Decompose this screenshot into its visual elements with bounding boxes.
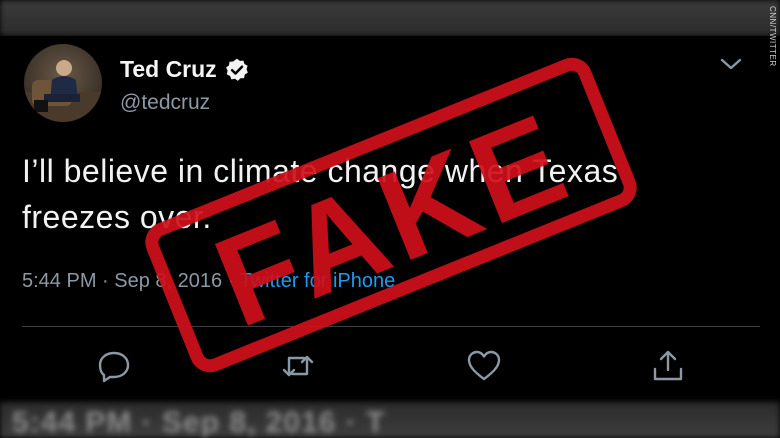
- tweet-text-line-2: freezes over.: [22, 199, 212, 235]
- divider: [22, 326, 760, 327]
- author-handle[interactable]: @tedcruz: [120, 91, 210, 115]
- chevron-down-icon[interactable]: [720, 56, 742, 72]
- tweet-text: I’ll believe in climate change when Texa…: [22, 148, 762, 240]
- share-icon[interactable]: [650, 348, 686, 384]
- avatar[interactable]: [24, 44, 102, 122]
- photo-credit: CNN/TWITTER: [768, 6, 777, 67]
- author-name[interactable]: Ted Cruz: [120, 56, 217, 83]
- heart-icon[interactable]: [466, 348, 502, 384]
- avatar-photo: [24, 44, 102, 122]
- blurred-background-top: [0, 0, 780, 36]
- blurred-background-bottom: 5:44 PM · Sep 8, 2016 · T: [0, 402, 780, 438]
- tweet-time[interactable]: 5:44 PM: [22, 270, 96, 292]
- meta-separator: ·: [102, 270, 109, 292]
- meta-separator: ·: [227, 270, 235, 292]
- tweet-date[interactable]: Sep 8, 2016: [114, 270, 222, 292]
- reply-icon[interactable]: [96, 348, 132, 384]
- tweet-text-line-1: I’ll believe in climate change when Texa…: [22, 153, 619, 189]
- verified-badge-icon: [225, 58, 248, 81]
- blurred-text-bottom: 5:44 PM · Sep 8, 2016 · T: [12, 406, 386, 438]
- tweet-card: Ted Cruz @tedcruz I’ll believe in climat…: [0, 36, 780, 402]
- tweet-metadata: 5:44 PM · Sep 8, 2016 · Twitter for iPho…: [22, 270, 395, 293]
- retweet-icon[interactable]: [280, 348, 316, 384]
- tweet-source-link[interactable]: Twitter for iPhone: [240, 270, 396, 292]
